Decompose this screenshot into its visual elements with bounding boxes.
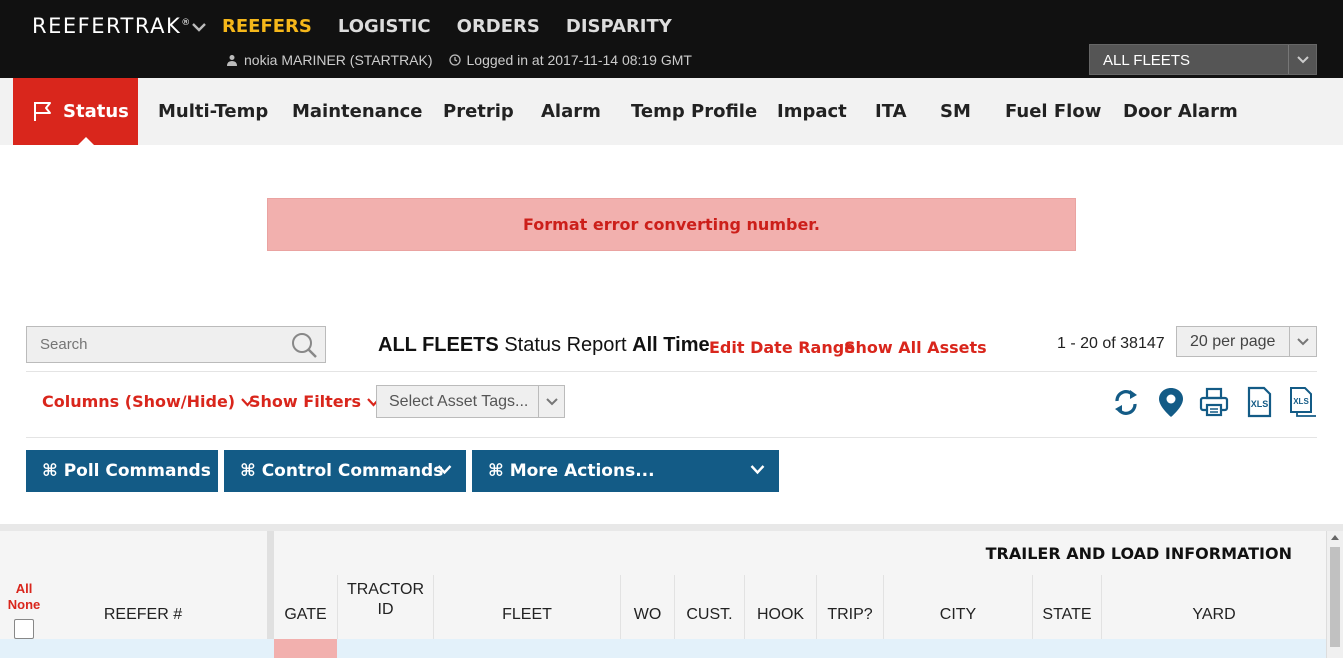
gate-cell bbox=[274, 639, 337, 658]
column-header-tractor-id[interactable]: TRACTOR ID bbox=[337, 575, 433, 640]
chevron-down-icon bbox=[750, 465, 765, 475]
svg-text:XLS: XLS bbox=[1293, 397, 1309, 406]
columns-toggle[interactable]: Columns (Show/Hide) bbox=[42, 392, 254, 411]
chevron-down-icon bbox=[437, 465, 452, 475]
column-header-wo[interactable]: WO bbox=[620, 575, 674, 640]
search-box bbox=[26, 326, 326, 363]
clock-icon bbox=[448, 54, 461, 66]
table-row[interactable] bbox=[0, 639, 1326, 658]
error-alert: Format error converting number. bbox=[267, 198, 1076, 251]
select-all-link[interactable]: All bbox=[6, 581, 42, 597]
print-icon[interactable] bbox=[1199, 386, 1229, 418]
nav-disparity[interactable]: DISPARITY bbox=[566, 16, 672, 37]
show-filters-toggle[interactable]: Show Filters bbox=[249, 392, 380, 411]
scroll-up-arrow[interactable] bbox=[1331, 535, 1339, 540]
show-filters-label: Show Filters bbox=[249, 392, 362, 411]
more-actions-label: ⌘ More Actions... bbox=[488, 461, 655, 481]
tab-temp-profile[interactable]: Temp Profile bbox=[631, 78, 757, 145]
select-none-link[interactable]: None bbox=[6, 597, 42, 613]
tab-pretrip[interactable]: Pretrip bbox=[443, 78, 514, 145]
chevron-down-icon[interactable] bbox=[1289, 327, 1316, 356]
edit-date-range-link[interactable]: Edit Date Range bbox=[709, 338, 855, 357]
map-pin-icon[interactable] bbox=[1156, 386, 1186, 418]
asset-tags-select[interactable]: Select Asset Tags... bbox=[376, 385, 565, 418]
main-nav: REEFERS LOGISTIC ORDERS DISPARITY bbox=[222, 16, 672, 37]
scrollbar-thumb[interactable] bbox=[1330, 547, 1340, 647]
flag-icon bbox=[34, 102, 51, 121]
report-tabs: Status Multi-Temp Maintenance Pretrip Al… bbox=[0, 78, 1343, 145]
columns-toggle-label: Columns (Show/Hide) bbox=[42, 392, 236, 411]
column-header-fleet[interactable]: FLEET bbox=[433, 575, 620, 640]
column-header-city[interactable]: CITY bbox=[883, 575, 1032, 640]
report-range: All Time bbox=[632, 334, 710, 356]
control-commands-button[interactable]: ⌘ Control Commands bbox=[224, 450, 466, 492]
xls-icon[interactable]: XLS bbox=[1244, 386, 1274, 418]
nav-reefers[interactable]: REEFERS bbox=[222, 16, 312, 37]
xls-multi-icon[interactable]: XLS bbox=[1288, 386, 1318, 418]
column-header-tractor-line1: TRACTOR bbox=[346, 581, 425, 598]
search-input[interactable] bbox=[27, 327, 287, 362]
status-table: All None REEFER # TRAILER AND LOAD INFOR… bbox=[0, 524, 1343, 658]
select-all-none: All None bbox=[6, 581, 42, 613]
user-name: nokia MARINER (STARTRAK) bbox=[244, 52, 433, 68]
report-fleet: ALL FLEETS bbox=[378, 334, 499, 356]
control-commands-label: ⌘ Control Commands bbox=[240, 461, 444, 481]
more-actions-button[interactable]: ⌘ More Actions... bbox=[472, 450, 779, 492]
poll-commands-button[interactable]: ⌘ Poll Commands bbox=[26, 450, 218, 492]
divider bbox=[26, 437, 1317, 438]
page-count: 1 - 20 of 38147 bbox=[1057, 335, 1165, 352]
show-all-assets-link[interactable]: Show All Assets bbox=[844, 338, 987, 357]
tab-ita[interactable]: ITA bbox=[875, 78, 907, 145]
asset-tags-placeholder: Select Asset Tags... bbox=[389, 393, 529, 410]
table-top-border bbox=[0, 524, 1343, 531]
svg-text:XLS: XLS bbox=[1251, 399, 1269, 409]
tab-fuel-flow[interactable]: Fuel Flow bbox=[1005, 78, 1101, 145]
chevron-down-icon[interactable] bbox=[538, 386, 564, 417]
refresh-icon[interactable] bbox=[1111, 386, 1141, 418]
column-header-cust[interactable]: CUST. bbox=[674, 575, 744, 640]
top-bar: REEFERTRAK® REEFERS LOGISTIC ORDERS DISP… bbox=[0, 0, 1343, 78]
report-title: ALL FLEETS Status Report All Time bbox=[378, 334, 710, 357]
fleet-select-value: ALL FLEETS bbox=[1103, 52, 1190, 69]
chevron-down-icon[interactable] bbox=[190, 18, 208, 36]
report-name: Status Report bbox=[504, 334, 627, 356]
tab-impact[interactable]: Impact bbox=[777, 78, 847, 145]
column-header-reefer[interactable]: REEFER # bbox=[48, 575, 238, 640]
select-all-checkbox[interactable] bbox=[14, 619, 34, 639]
per-page-value: 20 per page bbox=[1190, 333, 1276, 350]
tab-sm[interactable]: SM bbox=[940, 78, 971, 145]
login-time: Logged in at 2017-11-14 08:19 GMT bbox=[466, 52, 692, 68]
table-scrollbar[interactable] bbox=[1326, 531, 1343, 658]
tab-maintenance[interactable]: Maintenance bbox=[292, 78, 423, 145]
tab-status-label: Status bbox=[63, 101, 129, 122]
app-logo[interactable]: REEFERTRAK® bbox=[32, 14, 192, 38]
group-header-trailer-load: TRAILER AND LOAD INFORMATION bbox=[985, 544, 1292, 563]
column-header-hook[interactable]: HOOK bbox=[744, 575, 816, 640]
tab-door-alarm[interactable]: Door Alarm bbox=[1123, 78, 1238, 145]
column-header-trip[interactable]: TRIP? bbox=[816, 575, 883, 640]
column-header-yard[interactable]: YARD bbox=[1101, 575, 1326, 640]
tab-status[interactable]: Status bbox=[13, 78, 138, 145]
user-icon bbox=[227, 55, 237, 66]
column-header-gate[interactable]: GATE bbox=[274, 575, 337, 640]
column-header-state[interactable]: STATE bbox=[1032, 575, 1101, 640]
active-tab-notch bbox=[78, 137, 94, 145]
user-info: nokia MARINER (STARTRAK) Logged in at 20… bbox=[226, 52, 692, 68]
fleet-select[interactable]: ALL FLEETS bbox=[1089, 44, 1317, 75]
column-header-tractor-line2: ID bbox=[377, 601, 394, 618]
per-page-select[interactable]: 20 per page bbox=[1176, 326, 1317, 357]
chevron-down-icon[interactable] bbox=[1288, 45, 1316, 74]
nav-orders[interactable]: ORDERS bbox=[457, 16, 540, 37]
search-icon[interactable] bbox=[290, 331, 318, 359]
tab-alarm[interactable]: Alarm bbox=[541, 78, 601, 145]
tab-multi-temp[interactable]: Multi-Temp bbox=[158, 78, 268, 145]
nav-logistic[interactable]: LOGISTIC bbox=[338, 16, 431, 37]
divider bbox=[26, 371, 1317, 372]
